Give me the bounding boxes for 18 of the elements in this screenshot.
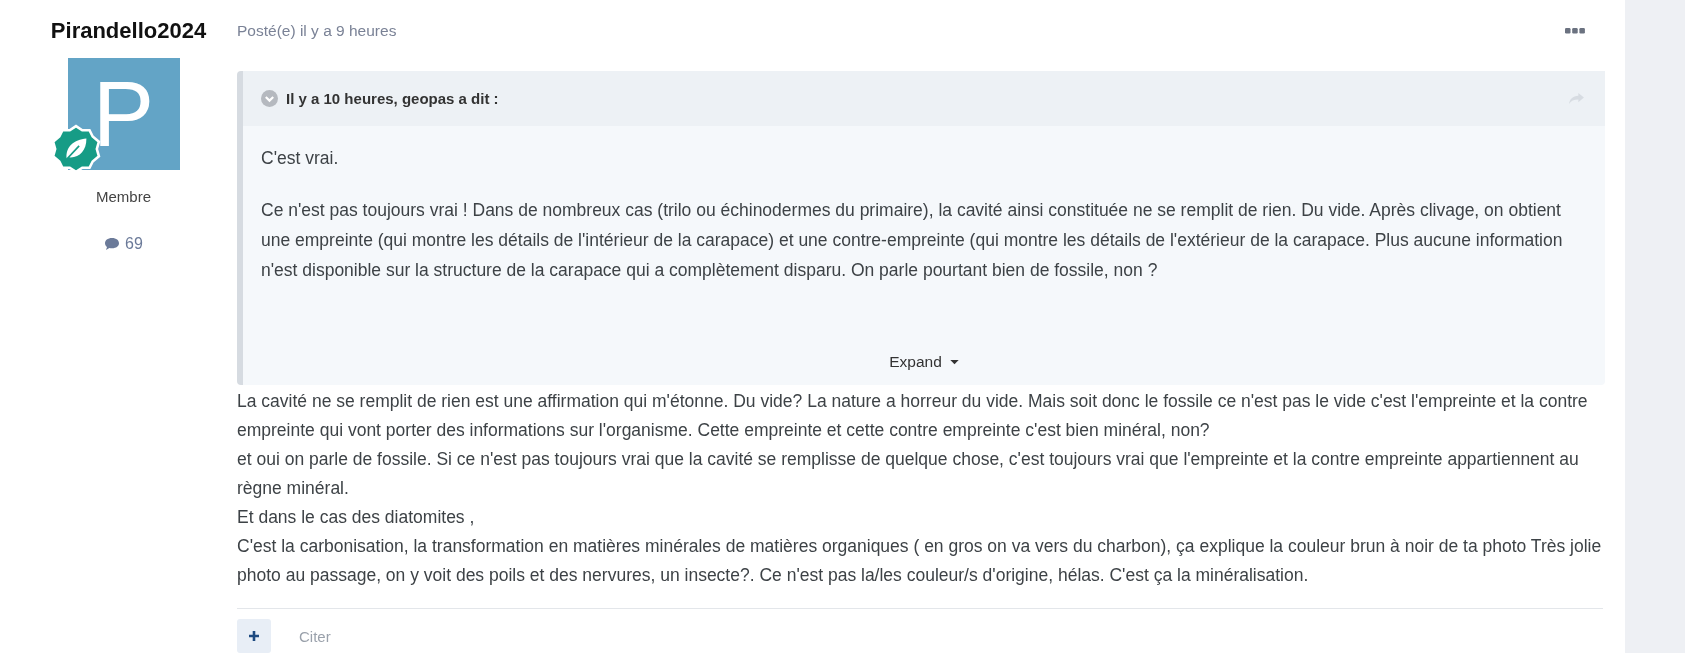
post-paragraph: Et dans le cas des diatomites , — [237, 506, 476, 529]
post-paragraph: C'est la carbonisation, la transformation en matières minérales de matières organiques ( en gros on va vers du charbon), ça explique la couleur brun à noir de ta photo Très jolie photo au passage, on y voit des poils et des nervures, un insecte?. Ce n'est pas la/les couleur/s d'origine, hélas. C'est ça la minéralisation. — [237, 535, 1603, 587]
expand-button[interactable]: Expand — [885, 351, 963, 373]
member-rank: Membre — [96, 188, 151, 205]
quote-paragraph: C'est vrai. — [261, 147, 340, 170]
post-paragraph: et oui on parle de fossile. Si ce n'est pas toujours vrai que la cavité se remplisse de quelque chose, c'est toujours vrai que l'empreinte et la contre empreinte appartiennent au règne minéral. — [237, 448, 1580, 500]
avatar-letter: P — [92, 68, 155, 160]
quote-paragraph: Ce n'est pas toujours vrai ! Dans de nombreux cas (trilo ou échinodermes du primaire), la cavité ainsi constituée ne se remplit de rien. Du vide. Après clivage, on obtient une empreinte (qui montre les détails de l'intérieur de la carapace) et une contre-empreinte (qui montre les détails de l'extérieur de la carapace. Plus aucune information n'est disponible sur la structure de la carapace qui a complètement disparu. On parle pourtant bien de fossile, non ? — [261, 199, 1564, 282]
caret-icon — [949, 359, 959, 365]
plus-icon — [248, 630, 260, 642]
quote-attribution: Il y a 10 heures, geopas a dit : — [286, 90, 500, 107]
post-paragraph: La cavité ne se remplit de rien est une affirmation qui m'étonne. Du vide? La nature a horreur du vide. Mais soit donc le fossile ce n'est pas le vide c'est l'empreinte et la contre empreinte qui vont porter des informations sur l'organisme. Cette empreinte et cette contre empreinte c'est bien minéral, non? — [237, 390, 1589, 442]
post-count: 69 — [125, 235, 143, 253]
speech-bubble-icon — [104, 237, 121, 251]
post-date: Posté(e) il y a 9 heures — [237, 21, 397, 40]
username[interactable]: Pirandello2024 — [50, 18, 207, 44]
more-options-icon[interactable] — [1565, 27, 1585, 34]
add-quote-button[interactable] — [237, 619, 271, 653]
